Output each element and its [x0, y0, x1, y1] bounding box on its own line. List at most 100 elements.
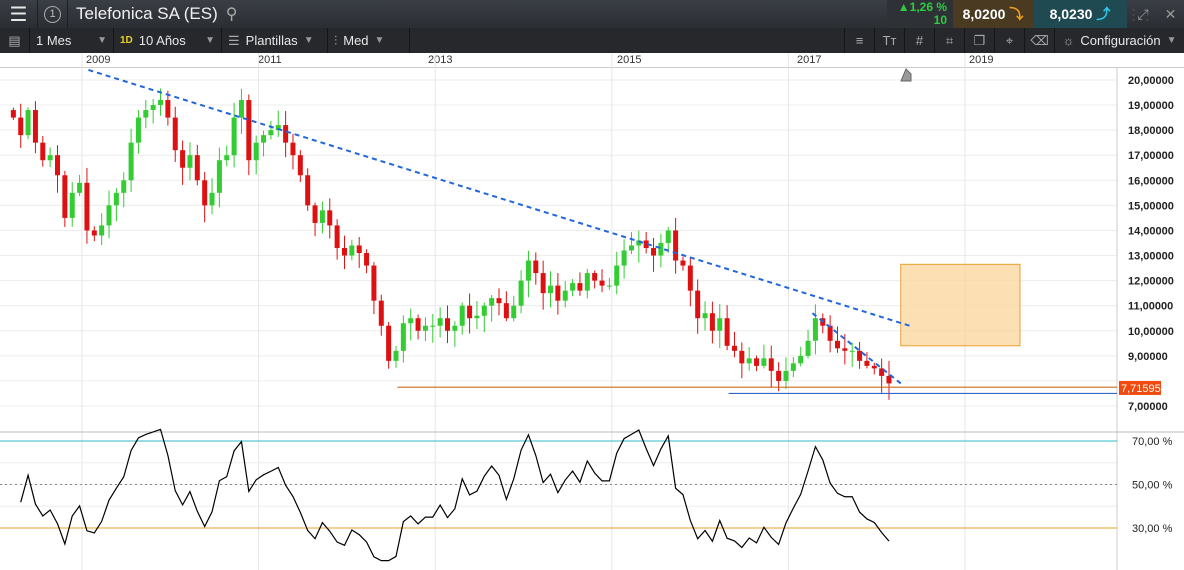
chevron-down-icon: ▼: [374, 35, 385, 46]
sell-button[interactable]: 8,0200 ⤵: [953, 0, 1033, 28]
candle-body: [680, 260, 686, 266]
chevron-down-icon: ▼: [97, 35, 107, 46]
buy-button[interactable]: 8,0230 ⤴: [1033, 0, 1127, 28]
candle-body: [658, 242, 664, 256]
candle-body: [489, 298, 495, 306]
candle-body: [224, 155, 230, 161]
candle-body: [408, 318, 414, 324]
candle-body: [386, 325, 392, 361]
range-dropdown[interactable]: 1D 10 Años ▼: [114, 28, 222, 53]
crosshair-icon[interactable]: ⌖: [994, 28, 1024, 53]
candle-body: [879, 368, 885, 376]
candle-body: [135, 117, 141, 143]
candle-body: [99, 225, 105, 236]
chevron-down-icon: ▼: [1166, 35, 1177, 46]
grid-icon[interactable]: #: [904, 28, 934, 53]
candlestick-icon: ⫶: [334, 32, 338, 48]
candle-body: [548, 285, 554, 294]
rsi-tick: 70,00 %: [1132, 436, 1173, 448]
candle-body: [695, 290, 701, 319]
close-icon[interactable]: ✕: [1157, 0, 1184, 28]
candle-body: [165, 100, 171, 118]
up-triangle-icon: ▲: [897, 0, 910, 14]
candle-body: [334, 225, 340, 248]
price-chart[interactable]: 20,0000019,0000018,0000017,0000016,00000…: [0, 0, 1184, 570]
list-icon[interactable]: ▤: [0, 28, 30, 53]
candle-body: [253, 142, 259, 161]
candle-body: [776, 370, 782, 381]
candle-body: [768, 358, 774, 371]
text-size-icon[interactable]: Tт: [874, 28, 904, 53]
chart-number-button[interactable]: 1: [38, 0, 68, 28]
candle-body: [555, 285, 561, 301]
candle-body: [128, 142, 134, 181]
candle-body: [886, 375, 892, 384]
candle-body: [533, 260, 539, 274]
scale-icon[interactable]: ≡: [844, 28, 874, 53]
chart-number: 1: [44, 5, 61, 23]
candle-body: [268, 130, 274, 136]
price-tick: 16,00000: [1128, 175, 1174, 187]
candle-body: [518, 280, 524, 306]
grid-edit-icon[interactable]: ⌗: [934, 28, 964, 53]
range-label: 10 Años: [138, 33, 186, 48]
candle-body: [746, 358, 752, 364]
layers-icon[interactable]: ❐: [964, 28, 994, 53]
candle-body: [305, 175, 311, 206]
chart-type-dropdown[interactable]: ⫶ Med ▼: [328, 28, 410, 53]
candle-body: [84, 182, 90, 231]
price-tick: 7,00000: [1128, 401, 1168, 413]
buy-price: 8,0230: [1049, 6, 1093, 22]
chevron-down-icon: ▼: [303, 35, 314, 46]
candle-body: [849, 350, 855, 352]
templates-label: Plantillas: [245, 33, 298, 48]
candle-body: [238, 100, 244, 118]
settings-dropdown[interactable]: ☼ Configuración ▼: [1054, 28, 1184, 53]
candle-body: [673, 230, 679, 261]
candle-body: [430, 325, 436, 327]
time-tick: 2019: [969, 54, 994, 66]
candle-body: [202, 180, 208, 206]
candle-body: [371, 265, 377, 301]
candle-body: [341, 247, 347, 256]
menu-icon[interactable]: ☰: [0, 0, 38, 28]
period-dropdown[interactable]: 1 Mes ▼: [30, 28, 114, 53]
candle-body: [606, 285, 612, 287]
candle-body: [364, 253, 370, 266]
candle-body: [143, 110, 149, 118]
candle-body: [842, 348, 848, 351]
candle-body: [106, 205, 112, 226]
candle-body: [864, 360, 870, 366]
candle-body: [349, 245, 355, 256]
label-tag-icon[interactable]: ⌫: [1024, 28, 1054, 53]
period-label: 1 Mes: [36, 33, 72, 48]
candle-body: [437, 318, 443, 326]
candle-body: [113, 192, 119, 206]
candle-body: [754, 358, 760, 366]
candle-body: [783, 370, 789, 381]
candle-body: [459, 305, 465, 326]
sell-price: 8,0200: [962, 6, 1006, 22]
gear-icon: ☼: [1062, 33, 1075, 48]
candle-body: [91, 230, 97, 236]
candle-body: [643, 240, 649, 248]
change-percent: 1,26 %: [909, 0, 947, 14]
candle-body: [540, 273, 546, 294]
candle-body: [739, 350, 745, 364]
expand-icon[interactable]: ⤢: [1129, 0, 1157, 28]
candle-body: [55, 155, 61, 176]
search-icon[interactable]: ⚲: [226, 4, 238, 24]
templates-dropdown[interactable]: ☰ Plantillas ▼: [222, 28, 328, 53]
chevron-down-icon: ▼: [205, 35, 215, 46]
candle-body: [246, 100, 252, 161]
price-tick: 9,00000: [1128, 351, 1168, 363]
trendline: [88, 68, 910, 327]
instrument-title: Telefonica SA (ES): [76, 4, 218, 23]
candle-body: [378, 300, 384, 326]
price-change: ▲1,26 % 10: [887, 0, 953, 28]
settings-label: Configuración: [1080, 33, 1161, 48]
candle-body: [717, 318, 723, 331]
chart-toolbar: ▤ 1 Mes ▼ 1D 10 Años ▼ ☰ Plantillas ▼ ⫶ Med ▼ ≡…: [0, 28, 1184, 53]
candle-body: [834, 340, 840, 349]
price-tick: 11,00000: [1128, 301, 1173, 313]
